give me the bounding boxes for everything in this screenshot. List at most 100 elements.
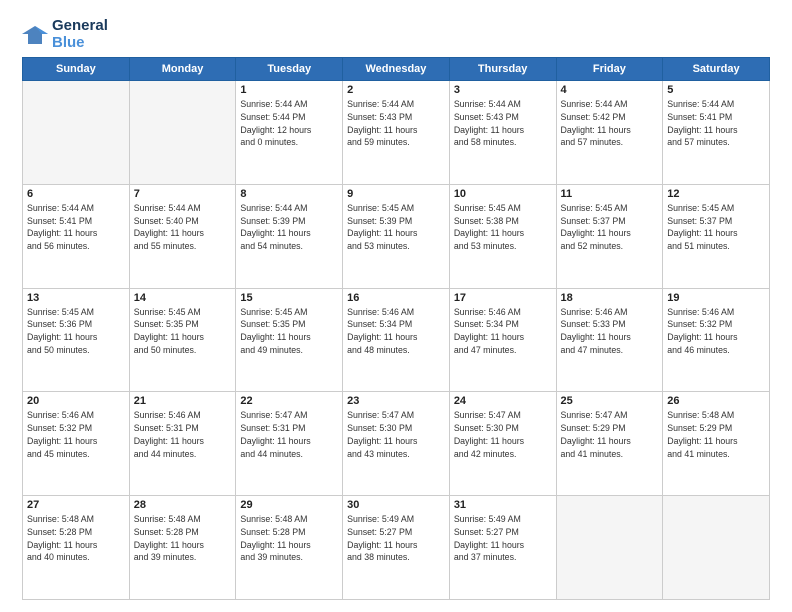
day-number: 17 <box>454 292 552 304</box>
logo: General Blue <box>22 18 108 51</box>
day-info: Sunrise: 5:44 AMSunset: 5:41 PMDaylight:… <box>667 98 765 149</box>
calendar-cell: 7Sunrise: 5:44 AMSunset: 5:40 PMDaylight… <box>129 184 236 288</box>
day-info: Sunrise: 5:45 AMSunset: 5:38 PMDaylight:… <box>454 202 552 253</box>
calendar-cell: 26Sunrise: 5:48 AMSunset: 5:29 PMDayligh… <box>663 392 770 496</box>
calendar-cell: 3Sunrise: 5:44 AMSunset: 5:43 PMDaylight… <box>449 81 556 185</box>
calendar-cell: 21 Sunrise: 5:46 AMSunset: 5:31 PMDayligh… <box>129 392 236 496</box>
day-number: 3 <box>454 84 552 96</box>
calendar-cell: 2 Sunrise: 5:44 AMSunset: 5:43 PMDaylight… <box>343 81 450 185</box>
day-info: Sunrise: 5:48 AMSunset: 5:28 PMDaylight:… <box>240 513 338 564</box>
day-number: 25 <box>561 395 659 407</box>
day-number: 12 <box>667 188 765 200</box>
calendar-cell: 10 Sunrise: 5:45 AMSunset: 5:38 PMDayligh… <box>449 184 556 288</box>
day-info: Sunrise: 5:44 AMSunset: 5:43 PMDaylight:… <box>347 98 445 149</box>
day-info: Sunrise: 5:46 AMSunset: 5:34 PMDaylight:… <box>454 306 552 357</box>
day-number: 18 <box>561 292 659 304</box>
weekday-header: Sunday <box>23 58 130 81</box>
day-number: 21 <box>134 395 232 407</box>
calendar-cell: 31 Sunrise: 5:49 AMSunset: 5:27 PMDayligh… <box>449 496 556 600</box>
day-number: 2 <box>347 84 445 96</box>
calendar-cell: 27 Sunrise: 5:48 AMSunset: 5:28 PMDayligh… <box>23 496 130 600</box>
day-number: 10 <box>454 188 552 200</box>
calendar-cell <box>556 496 663 600</box>
calendar-week-row: 13Sunrise: 5:45 AMSunset: 5:36 PMDayligh… <box>23 288 770 392</box>
logo-text: General Blue <box>52 18 108 51</box>
calendar-cell: 9Sunrise: 5:45 AMSunset: 5:39 PMDaylight… <box>343 184 450 288</box>
calendar-cell: 29Sunrise: 5:48 AMSunset: 5:28 PMDayligh… <box>236 496 343 600</box>
day-info: Sunrise: 5:45 AMSunset: 5:37 PMDaylight:… <box>667 202 765 253</box>
weekday-header: Monday <box>129 58 236 81</box>
day-number: 7 <box>134 188 232 200</box>
day-number: 28 <box>134 499 232 511</box>
calendar-cell: 28 Sunrise: 5:48 AMSunset: 5:28 PMDayligh… <box>129 496 236 600</box>
day-info: Sunrise: 5:44 AMSunset: 5:42 PMDaylight:… <box>561 98 659 149</box>
day-number: 19 <box>667 292 765 304</box>
calendar-cell: 13Sunrise: 5:45 AMSunset: 5:36 PMDayligh… <box>23 288 130 392</box>
weekday-header: Saturday <box>663 58 770 81</box>
calendar-cell: 8 Sunrise: 5:44 AMSunset: 5:39 PMDaylight… <box>236 184 343 288</box>
day-number: 11 <box>561 188 659 200</box>
day-info: Sunrise: 5:46 AMSunset: 5:32 PMDaylight:… <box>667 306 765 357</box>
calendar-cell: 22 Sunrise: 5:47 AMSunset: 5:31 PMDayligh… <box>236 392 343 496</box>
calendar-cell: 14 Sunrise: 5:45 AMSunset: 5:35 PMDayligh… <box>129 288 236 392</box>
calendar-cell: 6 Sunrise: 5:44 AMSunset: 5:41 PMDaylight… <box>23 184 130 288</box>
calendar-cell: 15 Sunrise: 5:45 AMSunset: 5:35 PMDayligh… <box>236 288 343 392</box>
day-info: Sunrise: 5:47 AMSunset: 5:30 PMDaylight:… <box>454 409 552 460</box>
day-number: 30 <box>347 499 445 511</box>
day-info: Sunrise: 5:44 AMSunset: 5:41 PMDaylight:… <box>27 202 125 253</box>
day-info: Sunrise: 5:48 AMSunset: 5:28 PMDaylight:… <box>27 513 125 564</box>
day-info: Sunrise: 5:49 AMSunset: 5:27 PMDaylight:… <box>454 513 552 564</box>
day-info: Sunrise: 5:45 AMSunset: 5:35 PMDaylight:… <box>240 306 338 357</box>
day-number: 9 <box>347 188 445 200</box>
calendar-cell: 23 Sunrise: 5:47 AMSunset: 5:30 PMDayligh… <box>343 392 450 496</box>
calendar-cell: 25 Sunrise: 5:47 AMSunset: 5:29 PMDayligh… <box>556 392 663 496</box>
calendar-cell <box>23 81 130 185</box>
day-info: Sunrise: 5:44 AMSunset: 5:44 PMDaylight:… <box>240 98 338 149</box>
weekday-header: Friday <box>556 58 663 81</box>
calendar-cell <box>129 81 236 185</box>
day-number: 15 <box>240 292 338 304</box>
page: General Blue SundayMondayTuesdayWednesda… <box>0 0 792 612</box>
day-number: 24 <box>454 395 552 407</box>
weekday-header: Thursday <box>449 58 556 81</box>
day-number: 6 <box>27 188 125 200</box>
day-number: 16 <box>347 292 445 304</box>
calendar-cell: 19 Sunrise: 5:46 AMSunset: 5:32 PMDayligh… <box>663 288 770 392</box>
day-info: Sunrise: 5:48 AMSunset: 5:28 PMDaylight:… <box>134 513 232 564</box>
logo-icon <box>22 24 48 46</box>
day-number: 27 <box>27 499 125 511</box>
day-info: Sunrise: 5:49 AMSunset: 5:27 PMDaylight:… <box>347 513 445 564</box>
day-number: 14 <box>134 292 232 304</box>
day-number: 4 <box>561 84 659 96</box>
calendar-week-row: 6 Sunrise: 5:44 AMSunset: 5:41 PMDaylight… <box>23 184 770 288</box>
day-info: Sunrise: 5:46 AMSunset: 5:32 PMDaylight:… <box>27 409 125 460</box>
calendar-cell: 5Sunrise: 5:44 AMSunset: 5:41 PMDaylight… <box>663 81 770 185</box>
calendar-cell: 17 Sunrise: 5:46 AMSunset: 5:34 PMDayligh… <box>449 288 556 392</box>
day-number: 23 <box>347 395 445 407</box>
day-number: 22 <box>240 395 338 407</box>
day-info: Sunrise: 5:45 AMSunset: 5:35 PMDaylight:… <box>134 306 232 357</box>
calendar-header-row: SundayMondayTuesdayWednesdayThursdayFrid… <box>23 58 770 81</box>
calendar-cell: 16 Sunrise: 5:46 AMSunset: 5:34 PMDayligh… <box>343 288 450 392</box>
calendar-cell: 12 Sunrise: 5:45 AMSunset: 5:37 PMDayligh… <box>663 184 770 288</box>
day-info: Sunrise: 5:47 AMSunset: 5:31 PMDaylight:… <box>240 409 338 460</box>
day-info: Sunrise: 5:46 AMSunset: 5:33 PMDaylight:… <box>561 306 659 357</box>
day-info: Sunrise: 5:44 AMSunset: 5:39 PMDaylight:… <box>240 202 338 253</box>
day-number: 1 <box>240 84 338 96</box>
day-info: Sunrise: 5:46 AMSunset: 5:31 PMDaylight:… <box>134 409 232 460</box>
day-number: 31 <box>454 499 552 511</box>
calendar-cell: 18 Sunrise: 5:46 AMSunset: 5:33 PMDayligh… <box>556 288 663 392</box>
day-info: Sunrise: 5:46 AMSunset: 5:34 PMDaylight:… <box>347 306 445 357</box>
day-info: Sunrise: 5:47 AMSunset: 5:29 PMDaylight:… <box>561 409 659 460</box>
calendar-table: SundayMondayTuesdayWednesdayThursdayFrid… <box>22 57 770 600</box>
calendar-week-row: 27 Sunrise: 5:48 AMSunset: 5:28 PMDayligh… <box>23 496 770 600</box>
day-number: 26 <box>667 395 765 407</box>
day-info: Sunrise: 5:45 AMSunset: 5:36 PMDaylight:… <box>27 306 125 357</box>
day-info: Sunrise: 5:47 AMSunset: 5:30 PMDaylight:… <box>347 409 445 460</box>
calendar-cell <box>663 496 770 600</box>
day-number: 8 <box>240 188 338 200</box>
calendar-cell: 20 Sunrise: 5:46 AMSunset: 5:32 PMDayligh… <box>23 392 130 496</box>
calendar-cell: 4 Sunrise: 5:44 AMSunset: 5:42 PMDaylight… <box>556 81 663 185</box>
day-number: 20 <box>27 395 125 407</box>
header: General Blue <box>22 18 770 51</box>
